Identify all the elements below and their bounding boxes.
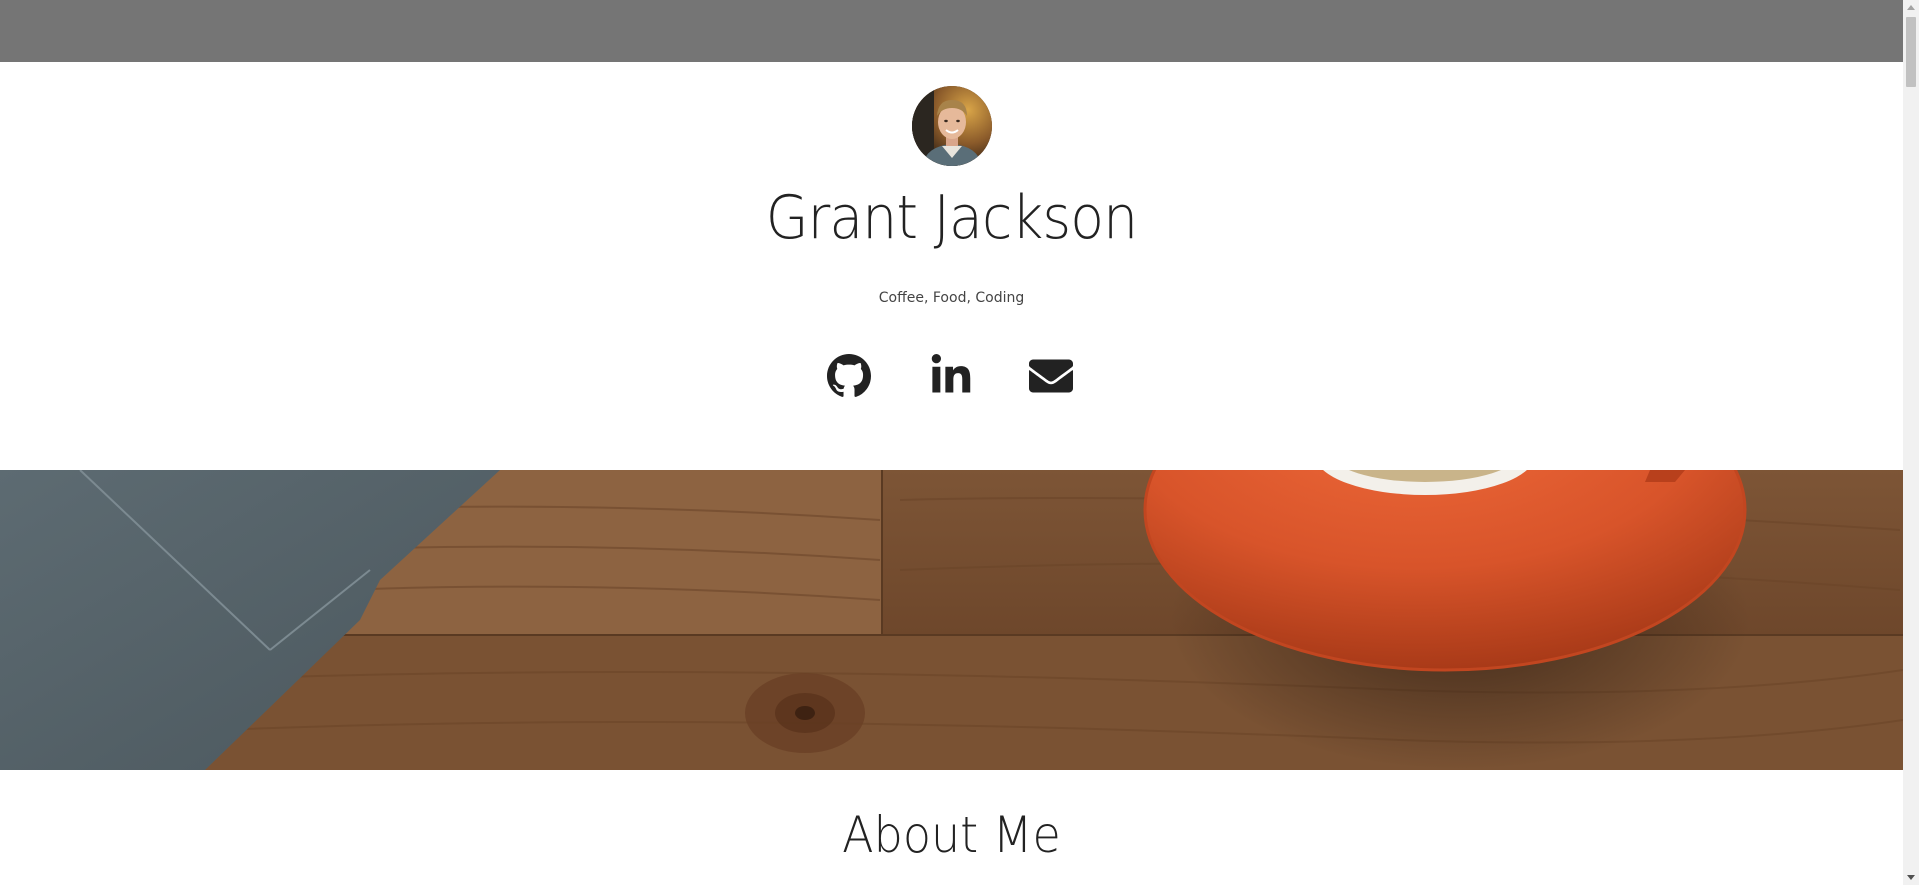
scrollbar-thumb[interactable] bbox=[1906, 17, 1916, 87]
linkedin-link[interactable] bbox=[929, 354, 973, 398]
avatar bbox=[912, 86, 992, 166]
linkedin-icon bbox=[931, 354, 971, 393]
scroll-up-icon[interactable] bbox=[1907, 5, 1915, 10]
scroll-down-icon[interactable] bbox=[1907, 875, 1915, 880]
page-title: Grant Jackson bbox=[765, 183, 1138, 253]
profile-photo bbox=[912, 86, 992, 166]
profile-header: Grant Jackson Coffee, Food, Coding bbox=[0, 62, 1903, 470]
coffee-desk-photo bbox=[0, 470, 1903, 770]
top-navbar bbox=[0, 0, 1903, 62]
email-link[interactable] bbox=[1029, 354, 1073, 398]
page: Grant Jackson Coffee, Food, Coding About… bbox=[0, 0, 1903, 885]
social-links bbox=[0, 354, 1903, 404]
section-title-about: About Me bbox=[842, 806, 1061, 864]
vertical-scrollbar[interactable] bbox=[1903, 0, 1919, 885]
github-link[interactable] bbox=[827, 354, 871, 398]
hero-image bbox=[0, 470, 1903, 770]
github-icon bbox=[827, 354, 871, 397]
envelope-icon bbox=[1029, 359, 1073, 393]
tagline: Coffee, Food, Coding bbox=[878, 290, 1025, 306]
